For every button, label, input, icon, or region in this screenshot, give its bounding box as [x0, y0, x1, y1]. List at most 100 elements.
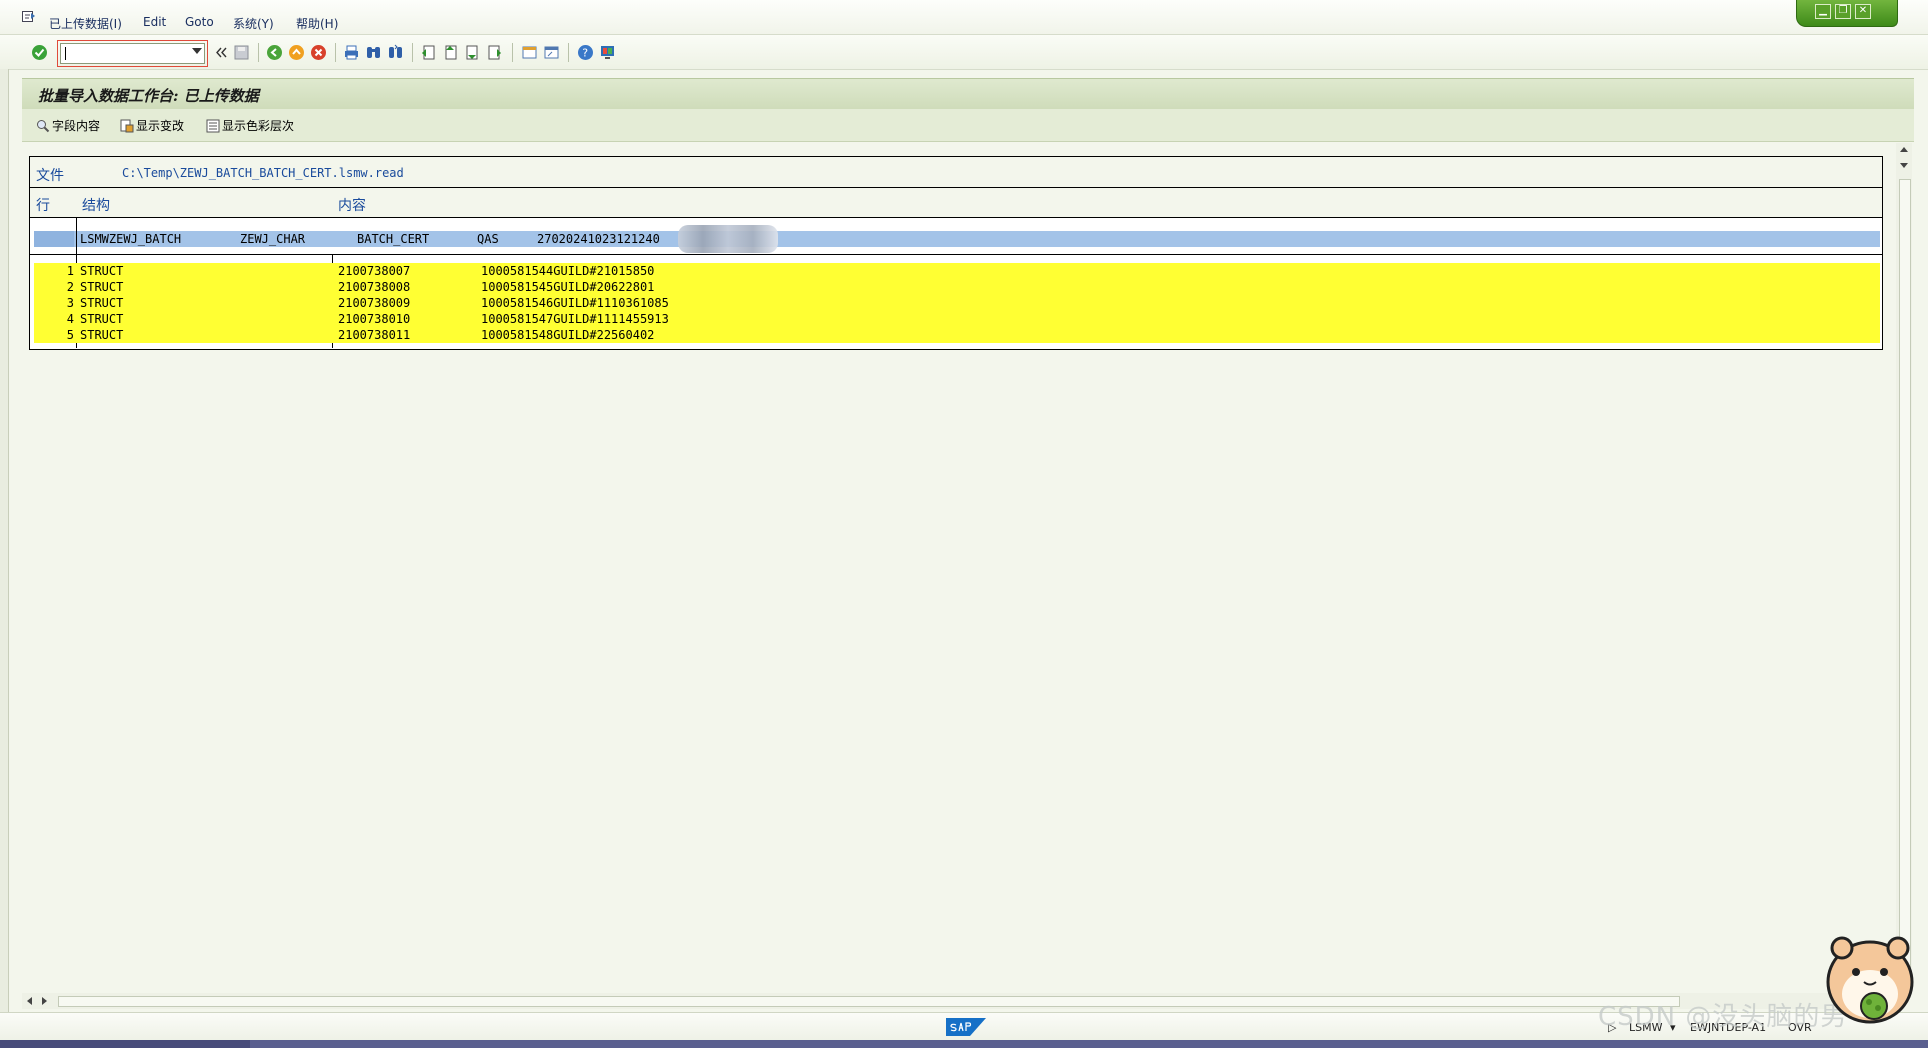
document-changes-icon [120, 119, 134, 133]
file-label: 文件 [36, 168, 64, 184]
row-content-cert: 1000581548GUILD#22560402 [481, 328, 655, 342]
menu-icon[interactable] [22, 11, 36, 23]
scroll-left-icon[interactable] [27, 997, 32, 1005]
row-structure: STRUCT [80, 328, 124, 342]
header-record-id: 27020241023121240 [537, 232, 660, 246]
help-icon[interactable]: ? [577, 44, 594, 61]
show-color-levels-label: 显示色彩层次 [222, 119, 295, 133]
find-icon[interactable] [365, 44, 382, 61]
table-row[interactable]: 3 STRUCT 2100738009 1000581546GUILD#1110… [34, 295, 1880, 311]
row-number: 2 [66, 280, 74, 294]
divider-line [30, 254, 1882, 255]
check-icon[interactable] [31, 44, 48, 61]
header-record-system: QAS [477, 232, 499, 246]
row-number: 5 [66, 328, 74, 342]
header-record-number-cell [34, 231, 74, 247]
restore-icon[interactable]: ❐ [1835, 4, 1851, 19]
row-content-cert: 1000581547GUILD#1111455913 [481, 312, 669, 326]
row-structure: STRUCT [80, 264, 124, 278]
header-record-object: LSMWZEWJ_BATCH [80, 232, 182, 246]
toolbar-separator [568, 43, 569, 62]
show-changes-button[interactable]: 显示变改 [120, 117, 184, 135]
last-page-icon[interactable] [486, 44, 503, 61]
row-structure: STRUCT [80, 312, 124, 326]
row-number: 4 [66, 312, 74, 326]
toolbar-separator [258, 43, 259, 62]
row-content-cert: 1000581546GUILD#1110361085 [481, 296, 669, 310]
row-content-batch: 2100738009 [338, 296, 411, 310]
show-color-levels-button[interactable]: 显示色彩层次 [206, 117, 294, 135]
layout-icon[interactable] [599, 44, 616, 61]
menu-system[interactable]: 系统(Y) [233, 15, 274, 32]
shortcut-icon[interactable] [543, 44, 560, 61]
toolbar-separator [512, 43, 513, 62]
new-session-icon[interactable] [521, 44, 538, 61]
left-window-edge [0, 69, 9, 1012]
toolbar-separator [335, 43, 336, 62]
row-content-batch: 2100738011 [338, 328, 411, 342]
toolbar-separator [412, 43, 413, 62]
row-number: 3 [66, 296, 74, 310]
menu-help[interactable]: 帮助(H) [296, 15, 338, 32]
menu-goto[interactable]: Goto [185, 15, 214, 29]
window-controls: ▁ ❐ ✕ [1796, 0, 1898, 27]
row-content-batch: 2100738010 [338, 312, 411, 326]
menu-bar: 已上传数据(I) Edit Goto 系统(Y) 帮助(H) [0, 0, 1928, 35]
table-row[interactable]: 4 STRUCT 2100738010 1000581547GUILD#1111… [34, 311, 1880, 327]
table-row[interactable]: 5 STRUCT 2100738011 1000581548GUILD#2256… [34, 327, 1880, 343]
column-header-structure: 结构 [82, 198, 110, 214]
nav-back-icon[interactable] [266, 44, 283, 61]
cancel-icon[interactable] [310, 44, 327, 61]
scroll-up-icon[interactable] [1900, 147, 1908, 152]
header-record-row[interactable]: LSMWZEWJ_BATCH ZEWJ_CHAR BATCH_CERT QAS … [34, 225, 1880, 253]
show-changes-label: 显示变改 [136, 119, 185, 133]
first-page-icon[interactable] [420, 44, 437, 61]
column-header-row-number: 行 [36, 198, 50, 214]
row-content-cert: 1000581544GUILD#21015850 [481, 264, 655, 278]
menu-edit[interactable]: Edit [143, 15, 166, 29]
command-field[interactable] [57, 40, 208, 67]
standard-toolbar: ? [0, 35, 1928, 70]
nav-exit-icon[interactable] [288, 44, 305, 61]
scroll-track[interactable] [1899, 179, 1911, 991]
field-content-label: 字段内容 [52, 119, 101, 133]
field-content-button[interactable]: 字段内容 [36, 117, 100, 135]
menu-uploaded-data[interactable]: 已上传数据(I) [49, 15, 122, 32]
title-bar: 批量导入数据工作台: 已上传数据 [22, 78, 1914, 109]
chevron-down-icon[interactable] [192, 48, 202, 54]
close-icon[interactable]: ✕ [1855, 4, 1871, 19]
row-number: 1 [66, 264, 74, 278]
row-content-batch: 2100738008 [338, 280, 411, 294]
application-toolbar: 字段内容 显示变改 显示色彩层次 [22, 109, 1914, 142]
print-icon[interactable] [343, 44, 360, 61]
minimize-icon[interactable]: ▁ [1815, 4, 1831, 19]
magnifier-icon [37, 120, 50, 133]
scroll-down-icon[interactable] [1900, 163, 1908, 168]
row-content-batch: 2100738007 [338, 264, 411, 278]
find-next-icon[interactable] [387, 44, 404, 61]
header-record-char: ZEWJ_CHAR [240, 232, 306, 246]
data-list-frame: 文件 C:\Temp\ZEWJ_BATCH_BATCH_CERT.lsmw.re… [29, 156, 1883, 350]
row-structure: STRUCT [80, 296, 124, 310]
text-caret [65, 47, 66, 60]
page-title: 批量导入数据工作台: 已上传数据 [38, 87, 259, 105]
row-structure: STRUCT [80, 280, 124, 294]
column-header-content: 内容 [338, 198, 366, 214]
scroll-right-icon[interactable] [42, 997, 47, 1005]
table-row[interactable]: 2 STRUCT 2100738008 1000581545GUILD#2062… [34, 279, 1880, 295]
table-row[interactable]: 1 STRUCT 2100738007 1000581544GUILD#2101… [34, 263, 1880, 279]
redaction-blur [678, 225, 778, 253]
header-record-type: BATCH_CERT [357, 232, 430, 246]
list-levels-icon [206, 119, 220, 133]
save-icon[interactable] [233, 44, 250, 61]
column-header-row: 行 结构 内容 [30, 188, 1882, 218]
vertical-scrollbar[interactable] [1896, 143, 1912, 993]
prev-page-icon[interactable] [442, 44, 459, 61]
csdn-watermark: CSDN @没头脑的男 [1598, 1002, 1848, 1032]
back-icon[interactable] [212, 44, 229, 61]
next-page-icon[interactable] [464, 44, 481, 61]
scroll-track[interactable] [58, 996, 1680, 1007]
file-path: C:\Temp\ZEWJ_BATCH_BATCH_CERT.lsmw.read [122, 166, 404, 180]
row-content-cert: 1000581545GUILD#20622801 [481, 280, 655, 294]
svg-text:?: ? [582, 47, 588, 60]
